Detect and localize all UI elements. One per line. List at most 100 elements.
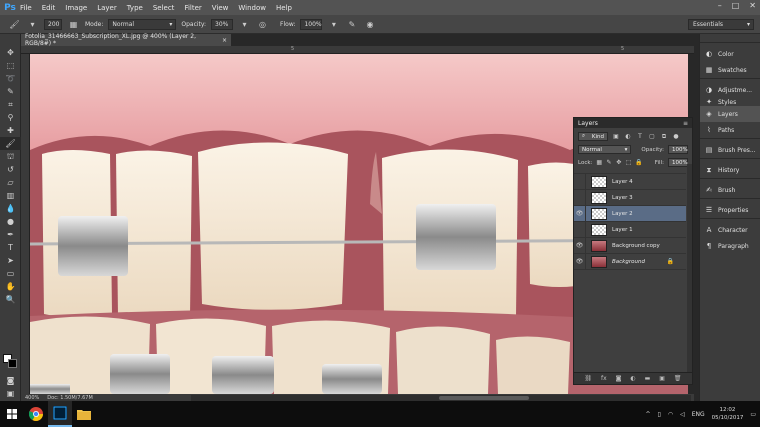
- workspace-select[interactable]: Essentials ▾: [688, 19, 754, 30]
- close-tab-icon[interactable]: ×: [222, 37, 227, 44]
- visibility-toggle[interactable]: [574, 221, 586, 238]
- dock-item-history[interactable]: ⧗ History: [700, 162, 760, 178]
- layer-row[interactable]: 👁 Background copy: [574, 237, 686, 254]
- menu-window[interactable]: Window: [238, 4, 266, 12]
- filter-toggle-icon[interactable]: ●: [672, 133, 680, 140]
- clock[interactable]: 12:02 05/10/2017: [712, 406, 744, 422]
- airbrush-icon[interactable]: ✎: [345, 18, 358, 31]
- photoshop-taskbar-button[interactable]: [48, 401, 72, 427]
- layer-opacity-input[interactable]: 100%: [668, 145, 688, 154]
- layers-scrollbar[interactable]: [687, 164, 692, 372]
- filter-type-icon[interactable]: T: [636, 133, 644, 140]
- add-mask-icon[interactable]: ◙: [616, 375, 622, 382]
- file-explorer-taskbar-button[interactable]: [72, 401, 96, 427]
- gradient-tool-icon[interactable]: ▥: [0, 189, 21, 202]
- pen-tool-icon[interactable]: ✒: [0, 228, 21, 241]
- menu-select[interactable]: Select: [153, 4, 175, 12]
- pressure-size-icon[interactable]: ◉: [363, 18, 376, 31]
- menu-layer[interactable]: Layer: [97, 4, 117, 12]
- chrome-taskbar-button[interactable]: [24, 401, 48, 427]
- menu-filter[interactable]: Filter: [184, 4, 201, 12]
- dropdown-arrow-icon[interactable]: ▾: [26, 18, 39, 31]
- chevron-down-icon[interactable]: ▾: [238, 18, 251, 31]
- dock-item-swatches[interactable]: ▦ Swatches: [700, 62, 760, 78]
- menu-image[interactable]: Image: [65, 4, 87, 12]
- zoom-tool-icon[interactable]: 🔍: [0, 293, 21, 306]
- path-select-tool-icon[interactable]: ➤: [0, 254, 21, 267]
- panel-menu-icon[interactable]: ≡: [683, 120, 688, 127]
- new-group-icon[interactable]: ▬: [645, 375, 651, 382]
- brush-tool-preset-icon[interactable]: 🖌: [8, 18, 21, 31]
- visibility-toggle[interactable]: [574, 173, 586, 190]
- chevron-up-icon[interactable]: ^: [645, 411, 650, 418]
- layer-row[interactable]: Layer 4: [574, 173, 686, 190]
- new-layer-icon[interactable]: ▣: [659, 375, 665, 382]
- dock-item-brush-presets[interactable]: ▤ Brush Pres...: [700, 142, 760, 158]
- network-icon[interactable]: ▯: [658, 411, 661, 418]
- layer-row[interactable]: 👁 Background 🔒: [574, 253, 686, 270]
- filter-adjustment-icon[interactable]: ◐: [624, 133, 632, 140]
- hand-tool-icon[interactable]: ✋: [0, 280, 21, 293]
- volume-icon[interactable]: ◁: [680, 411, 685, 418]
- menu-view[interactable]: View: [212, 4, 229, 12]
- mode-select[interactable]: Normal ▾: [108, 18, 177, 30]
- lock-position-icon[interactable]: ✥: [616, 159, 622, 166]
- filter-shape-icon[interactable]: ▢: [648, 133, 656, 140]
- close-button[interactable]: ✕: [749, 1, 756, 10]
- history-brush-tool-icon[interactable]: ↺: [0, 163, 21, 176]
- menu-type[interactable]: Type: [127, 4, 143, 12]
- delete-layer-icon[interactable]: 🗑: [674, 375, 682, 382]
- filter-smart-object-icon[interactable]: ⧉: [660, 133, 668, 141]
- dock-item-character[interactable]: A Character: [700, 222, 760, 238]
- eraser-tool-icon[interactable]: ▱: [0, 176, 21, 189]
- lock-pixels-icon[interactable]: ✎: [606, 159, 612, 166]
- link-layers-icon[interactable]: ⛓: [584, 375, 592, 382]
- dock-item-layers[interactable]: ◈ Layers: [700, 106, 760, 122]
- layer-row[interactable]: Layer 3: [574, 189, 686, 206]
- scrollbar-thumb[interactable]: [439, 396, 529, 400]
- dock-item-color[interactable]: ◐ Color: [700, 46, 760, 62]
- blend-mode-select[interactable]: Normal ▾: [578, 145, 632, 154]
- blur-tool-icon[interactable]: 💧: [0, 202, 21, 215]
- notifications-icon[interactable]: ▭: [750, 411, 756, 418]
- filter-kind-select[interactable]: ⌕ Kind: [578, 132, 608, 141]
- clone-stamp-tool-icon[interactable]: ⛫: [0, 150, 21, 163]
- dock-item-paragraph[interactable]: ¶ Paragraph: [700, 238, 760, 254]
- quick-select-tool-icon[interactable]: ✎: [0, 85, 21, 98]
- dock-item-styles[interactable]: ✦ Styles: [700, 98, 760, 106]
- screen-mode-icon[interactable]: ▣: [0, 387, 21, 400]
- layer-row[interactable]: Layer 1: [574, 221, 686, 238]
- pressure-opacity-icon[interactable]: ◎: [256, 18, 269, 31]
- healing-brush-tool-icon[interactable]: ✚: [0, 124, 21, 137]
- visibility-toggle[interactable]: 👁: [574, 205, 586, 222]
- flow-input[interactable]: 100%: [300, 18, 323, 30]
- brush-tool-icon[interactable]: 🖌: [0, 137, 21, 150]
- visibility-toggle[interactable]: 👁: [574, 237, 586, 254]
- lock-all-icon[interactable]: 🔒: [635, 159, 642, 166]
- lock-transparent-icon[interactable]: ▦: [596, 159, 602, 166]
- dock-item-properties[interactable]: ☰ Properties: [700, 202, 760, 218]
- language-indicator[interactable]: ENG: [692, 411, 705, 418]
- layer-row-selected[interactable]: 👁 Layer 2: [574, 205, 686, 222]
- chevron-down-icon[interactable]: ▾: [327, 18, 340, 31]
- document-tab[interactable]: Fotolia_31466663_Subscription_XL.jpg @ 4…: [21, 33, 231, 47]
- menu-help[interactable]: Help: [276, 4, 292, 12]
- type-tool-icon[interactable]: T: [0, 241, 21, 254]
- minimize-button[interactable]: –: [718, 1, 722, 10]
- layer-style-icon[interactable]: fx: [601, 375, 607, 382]
- layer-fill-input[interactable]: 100%: [667, 158, 688, 167]
- eyedropper-tool-icon[interactable]: ⚲: [0, 111, 21, 124]
- visibility-toggle[interactable]: 👁: [574, 253, 586, 270]
- opacity-input[interactable]: 30%: [211, 18, 234, 30]
- background-color-swatch[interactable]: [8, 359, 17, 368]
- adjustment-layer-icon[interactable]: ◐: [630, 375, 635, 382]
- brush-size-picker[interactable]: 200: [44, 18, 62, 30]
- lasso-tool-icon[interactable]: ➰: [0, 72, 21, 85]
- wifi-icon[interactable]: ◠: [668, 411, 673, 418]
- filter-pixel-icon[interactable]: ▣: [612, 133, 620, 140]
- layers-tab[interactable]: Layers: [578, 120, 598, 127]
- dock-item-adjustments[interactable]: ◑ Adjustme...: [700, 82, 760, 98]
- maximize-button[interactable]: □: [732, 1, 740, 10]
- marquee-tool-icon[interactable]: ⬚: [0, 59, 21, 72]
- crop-tool-icon[interactable]: ⌗: [0, 98, 21, 111]
